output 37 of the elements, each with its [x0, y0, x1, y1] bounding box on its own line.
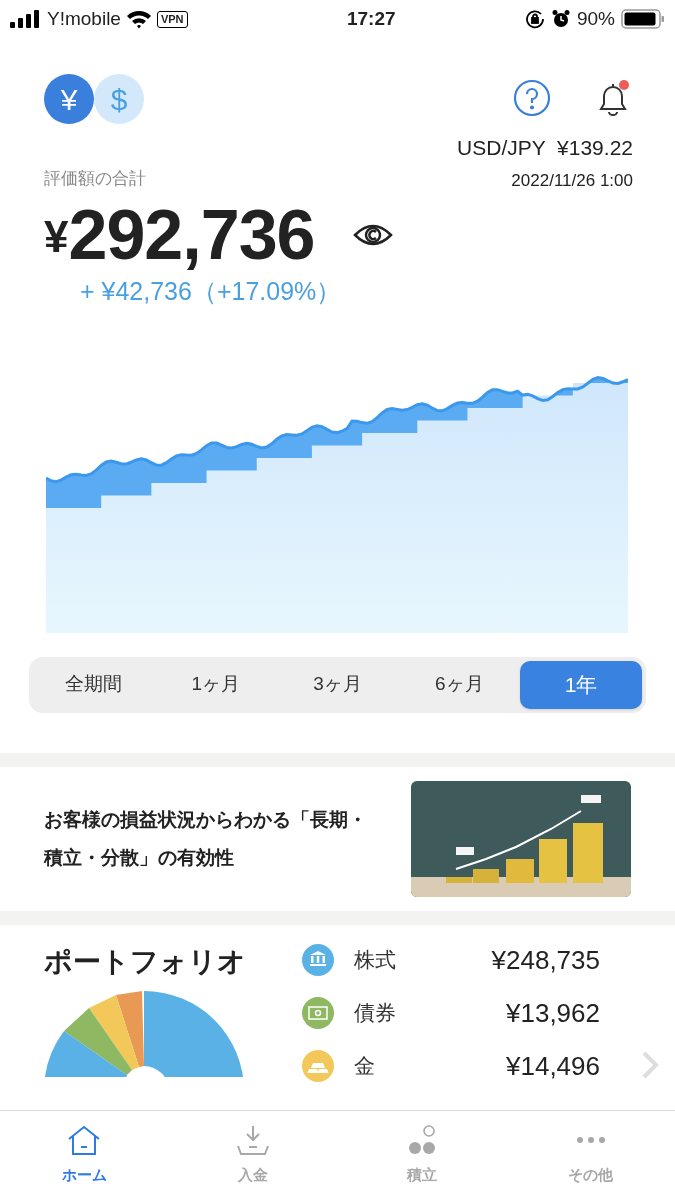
signal-icon [10, 10, 42, 28]
currency-symbol: ¥ [44, 212, 69, 261]
portfolio-title: ポートフォリオ [44, 944, 247, 979]
clock-time: 17:27 [346, 6, 396, 31]
rate-timestamp: 2022/11/26 1:00 [511, 169, 633, 192]
download-icon [235, 1124, 272, 1157]
asset-name: 株式 [354, 947, 396, 974]
exchange-rate: USD/JPY ¥139.22 [457, 135, 633, 161]
period-tab[interactable]: 1ヶ月 [154, 660, 277, 709]
nav-tab[interactable]: ホーム [0, 1111, 169, 1200]
asset-name: 金 [354, 1053, 375, 1080]
asset-value: ¥248,735 [491, 943, 600, 977]
nav-tab[interactable]: 入金 [168, 1111, 338, 1200]
more-icon [576, 1137, 605, 1144]
period-tab[interactable]: 3ヶ月 [276, 660, 399, 709]
battery-icon [621, 9, 665, 29]
total-amount: 292,736 [68, 195, 315, 276]
period-tab[interactable]: 全期間 [33, 660, 155, 709]
alarm-clock-icon [550, 9, 571, 29]
battery-percent: 90% [576, 6, 615, 31]
help-icon[interactable] [513, 79, 551, 117]
period-tab[interactable]: 6ヶ月 [398, 660, 521, 709]
rotation-lock-icon [524, 9, 545, 29]
asset-value: ¥13,962 [506, 996, 600, 1030]
period-tab[interactable]: 1年 [520, 660, 642, 709]
total-label: 評価額の合計 [44, 167, 146, 190]
vpn-badge: VPN [156, 10, 188, 28]
nav-tab[interactable]: 積立 [337, 1111, 507, 1200]
article-title[interactable]: お客様の損益状況からわかる「長期・積立・分散」の有効性 [44, 800, 374, 877]
gain-amount: + ¥42,736（+17.09%） [79, 276, 343, 307]
nav-tab[interactable]: その他 [506, 1111, 675, 1200]
wifi-icon [125, 9, 152, 29]
currency-toggle[interactable]: $ [94, 74, 144, 124]
carrier-name: Y!mobile [47, 6, 121, 31]
asset-name: 債券 [354, 1000, 396, 1027]
currency-toggle[interactable]: ¥ [44, 74, 94, 124]
asset-value: ¥14,496 [506, 1049, 600, 1083]
